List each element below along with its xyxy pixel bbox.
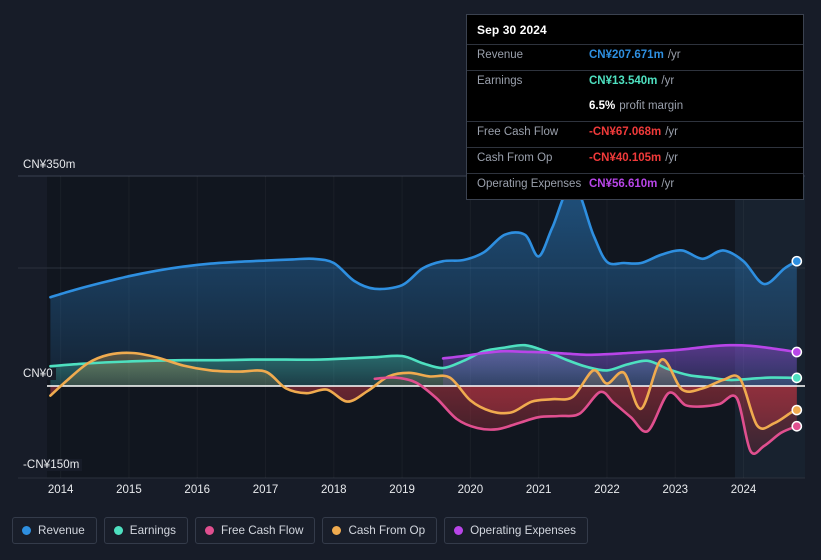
tooltip-row-unit: /yr [661,178,675,190]
tooltip-row-key: Earnings [477,75,523,87]
tooltip-row-key: Revenue [477,49,524,61]
tooltip-row-unit: /yr [661,75,675,87]
legend-item-label: Earnings [129,524,176,537]
x-axis-tick: 2024 [730,484,757,496]
tooltip-row: Free Cash Flow -CN¥67.068m/yr [467,121,803,147]
series-endpoint-earnings[interactable] [791,372,803,384]
x-axis-tick: 2014 [47,484,74,496]
legend-color-dot-icon [22,526,31,535]
tooltip-row-value: CN¥207.671m [589,49,664,61]
tooltip-row: Earnings CN¥13.540m/yr [467,70,803,96]
tooltip-row-value: CN¥13.540m [589,75,658,87]
legend-item-label: Revenue [38,524,85,537]
legend-color-dot-icon [454,526,464,535]
tooltip-row-unit: /yr [665,152,679,164]
x-axis: 2014 2015 2016 2017 2018 2019 2020 2021 2022 2023… [0,484,821,506]
series-endpoint-free-cash-flow[interactable] [791,420,803,432]
tooltip-row: Revenue CN¥207.671m/yr [467,44,803,70]
legend-item-label: Free Cash Flow [220,524,304,537]
legend-item-revenue[interactable]: Revenue [12,517,97,544]
legend-item-label: Operating Expenses [470,524,576,537]
x-axis-tick: 2019 [389,484,415,496]
tooltip-row-key: Cash From Op [477,152,553,164]
series-endpoint-cash-from-op[interactable] [791,404,803,416]
legend-color-dot-icon [332,526,342,535]
tooltip-row: 6.5% profit margin [467,96,803,121]
tooltip-row-unit: /yr [667,49,681,61]
legend-item-earnings[interactable]: Earnings [103,517,188,544]
financial-chart-widget: CN¥350m CN¥0 -CN¥150m 2014 2015 2016 2017 20… [0,0,821,560]
x-axis-tick: 2015 [116,484,142,496]
tooltip-row-key: Operating Expenses [477,178,582,190]
legend-item-cash-from-op[interactable]: Cash From Op [322,517,438,544]
legend-color-dot-icon [113,526,123,535]
x-axis-tick: 2020 [457,484,484,496]
tooltip-row-unit: profit margin [619,100,684,112]
tooltip-row-key: Free Cash Flow [477,126,559,138]
tooltip-row-value: CN¥56.610m [589,178,658,190]
x-axis-tick: 2021 [525,484,552,496]
x-axis-tick: 2017 [252,484,279,496]
tooltip-row: Operating Expenses CN¥56.610m/yr [467,173,803,199]
tooltip-row-value: 6.5% [589,100,616,112]
x-axis-tick: 2022 [594,484,620,496]
series-endpoint-revenue[interactable] [791,255,803,267]
legend-item-free-cash-flow[interactable]: Free Cash Flow [194,517,316,544]
chart-tooltip: Sep 30 2024 Revenue CN¥207.671m/yr Earning… [466,14,804,200]
tooltip-row-unit: /yr [665,126,679,138]
legend-item-operating-expenses[interactable]: Operating Expenses [444,517,588,544]
tooltip-row: Cash From Op -CN¥40.105m/yr [467,147,803,173]
x-axis-tick: 2016 [184,484,211,496]
tooltip-date: Sep 30 2024 [477,23,547,37]
tooltip-rows: Revenue CN¥207.671m/yr Earnings CN¥13.540m /… [467,44,803,199]
chart-legend: Revenue Earnings Free Cash Flow Cash From O… [12,517,588,544]
y-axis-label-max: CN¥350m [20,159,79,171]
legend-item-label: Cash From Op [348,524,426,537]
legend-color-dot-icon [204,526,214,535]
y-axis-label-min: -CN¥150m [20,459,83,471]
series-endpoint-operating-expenses[interactable] [791,346,803,358]
x-axis-tick: 2023 [662,484,689,496]
y-axis-label-zero: CN¥0 [20,368,56,380]
tooltip-row-value: -CN¥67.068m [589,126,662,138]
x-axis-tick: 2018 [321,484,347,496]
tooltip-row-value: -CN¥40.105m [589,152,662,164]
